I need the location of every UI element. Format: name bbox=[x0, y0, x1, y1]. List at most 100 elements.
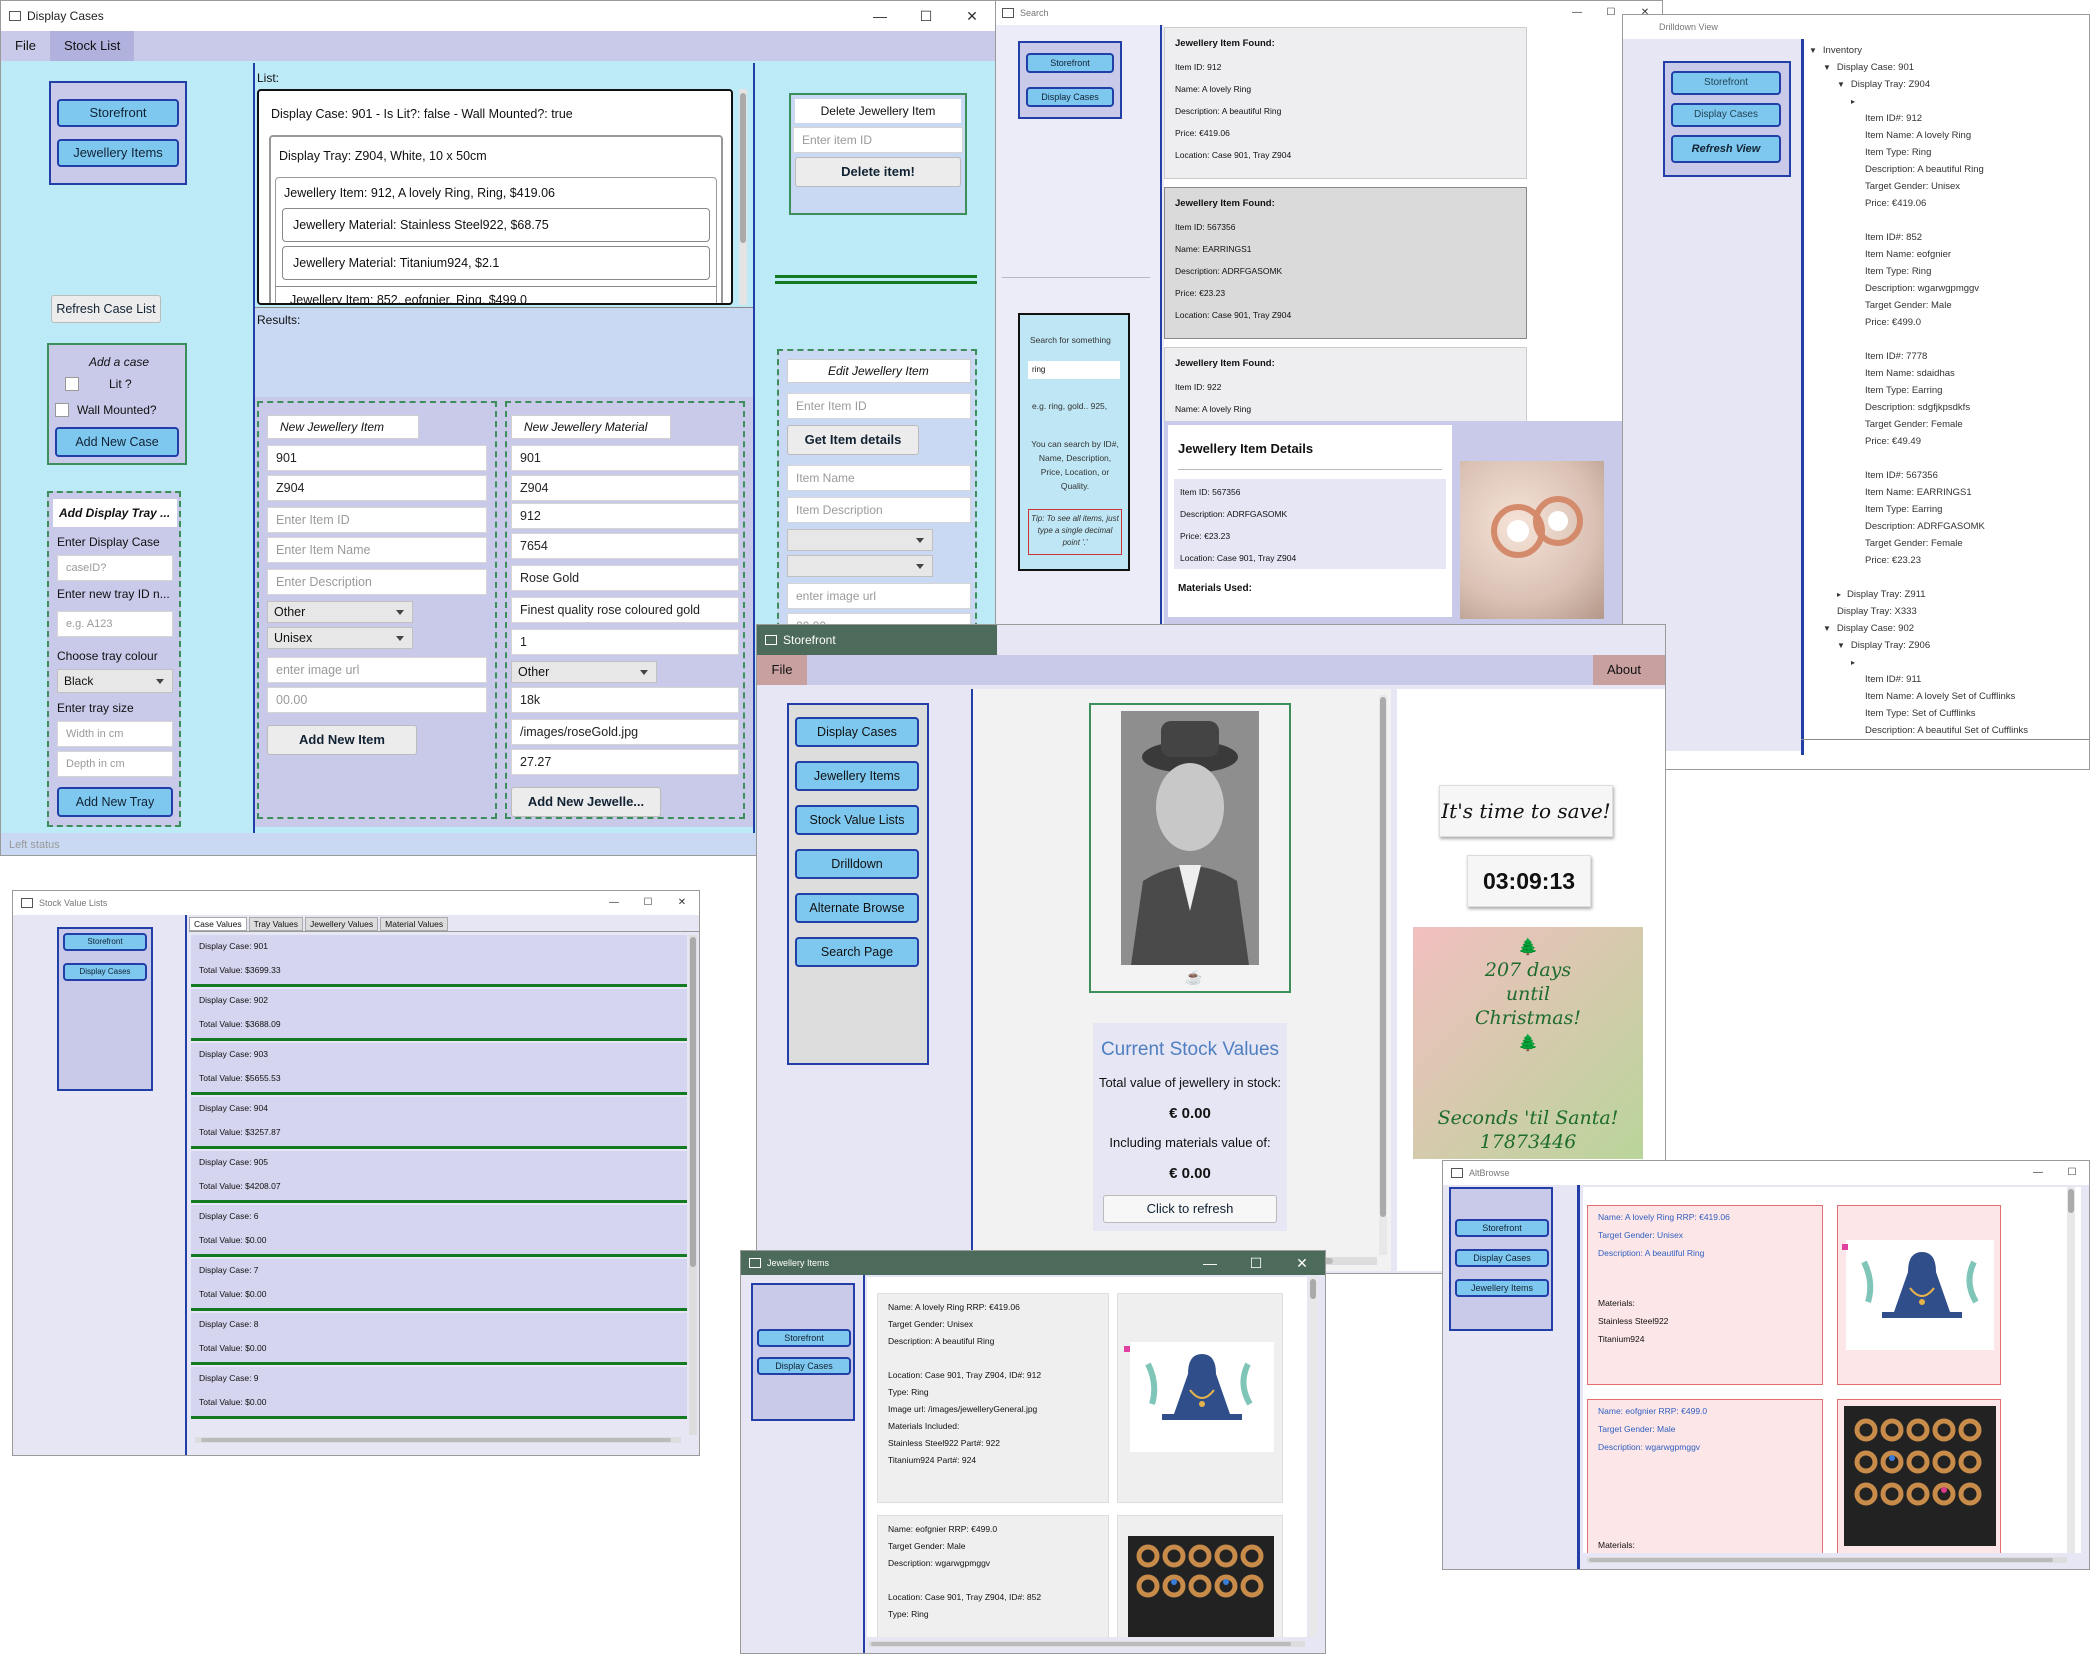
tree-node[interactable]: Item ID#: 7778 bbox=[1865, 351, 1927, 362]
tree-node[interactable]: Price: €49.49 bbox=[1865, 436, 1921, 447]
tray-row[interactable]: Display Tray: Z904, White, 10 x 50cm Jew… bbox=[269, 135, 723, 303]
tree-node[interactable]: Target Gender: Female bbox=[1865, 538, 1963, 549]
mat-part-field[interactable]: 7654 bbox=[511, 533, 739, 559]
search-page-button[interactable]: Search Page bbox=[795, 937, 919, 967]
tree-node[interactable]: Item Name: A lovely Set of Cufflinks bbox=[1865, 691, 2015, 702]
menu-stock-list[interactable]: Stock List bbox=[49, 31, 135, 61]
tree-node[interactable]: ▼ Display Case: 902 bbox=[1823, 623, 1914, 634]
tree-node[interactable]: Item Name: eofgnier bbox=[1865, 249, 1951, 260]
tree-node[interactable]: Item Name: EARRINGS1 bbox=[1865, 487, 1972, 498]
tree-node[interactable]: ▼ Display Case: 901 bbox=[1823, 62, 1914, 73]
storefront-button[interactable]: Storefront bbox=[1455, 1219, 1549, 1237]
tab-case-values[interactable]: Case Values bbox=[189, 917, 247, 931]
display-cases-button[interactable]: Display Cases bbox=[1026, 87, 1114, 107]
gender-select[interactable]: Unisex bbox=[267, 627, 413, 649]
case-value-row[interactable]: Display Case: 9 Total Value: $0.00 bbox=[191, 1367, 687, 1419]
tree-node[interactable]: Item ID#: 912 bbox=[1865, 113, 1922, 124]
mat-type-select[interactable]: Other bbox=[511, 661, 657, 683]
tree-node[interactable]: ▼ Display Tray: Z906 bbox=[1837, 640, 1930, 651]
get-item-details-button[interactable]: Get Item details bbox=[787, 425, 919, 455]
depth-input[interactable]: Depth in cm bbox=[57, 751, 173, 777]
inventory-tree[interactable]: ▼ Inventory ▼ Display Case: 901 ▼ Display Tra… bbox=[1809, 45, 2089, 739]
storefront-button[interactable]: Storefront bbox=[57, 99, 179, 127]
close-icon[interactable]: ✕ bbox=[665, 891, 699, 915]
add-new-tray-button[interactable]: Add New Tray bbox=[57, 787, 173, 817]
tree-toggle-icon[interactable]: ▸ bbox=[1851, 658, 1855, 667]
tree-node[interactable]: Target Gender: Unisex bbox=[1865, 181, 1960, 192]
mat-qty-field[interactable]: 1 bbox=[511, 629, 739, 655]
alternate-browse-button[interactable]: Alternate Browse bbox=[795, 893, 919, 923]
menu-file[interactable]: File bbox=[1, 31, 50, 61]
edit-item-desc-input[interactable]: Item Description bbox=[787, 497, 971, 523]
mat-quality-field[interactable]: 18k bbox=[511, 687, 739, 713]
mat-price-field[interactable]: 27.27 bbox=[511, 749, 739, 775]
mat-case-field[interactable]: 901 bbox=[511, 445, 739, 471]
case-value-row[interactable]: Display Case: 6 Total Value: $0.00 bbox=[191, 1205, 687, 1257]
close-icon[interactable]: ✕ bbox=[949, 1, 995, 31]
item-row-cut[interactable]: Jewellery Item: 852, eofgnier, Ring, $49… bbox=[276, 286, 716, 303]
tray-id-input[interactable]: e.g. A123 bbox=[57, 611, 173, 637]
drilldown-button[interactable]: Drilldown bbox=[795, 849, 919, 879]
delete-item-input[interactable]: Enter item ID bbox=[793, 127, 963, 153]
price-input[interactable]: 00.00 bbox=[267, 687, 487, 713]
case-id-field[interactable]: 901 bbox=[267, 445, 487, 471]
menu-file[interactable]: File bbox=[757, 655, 807, 685]
storefront-button[interactable]: Storefront bbox=[757, 1329, 851, 1347]
tree-node[interactable]: Item Type: Earring bbox=[1865, 504, 1942, 515]
ab-hscrollbar[interactable] bbox=[1587, 1557, 2067, 1563]
item-name-input[interactable]: Enter Item Name bbox=[267, 537, 487, 563]
add-new-case-button[interactable]: Add New Case bbox=[55, 427, 179, 457]
display-cases-button[interactable]: Display Cases bbox=[795, 717, 919, 747]
case-value-row[interactable]: Display Case: 903 Total Value: $5655.53 bbox=[191, 1043, 687, 1095]
case-value-row[interactable]: Display Case: 901 Total Value: $3699.33 bbox=[191, 935, 687, 987]
tab-jewellery-values[interactable]: Jewellery Values bbox=[304, 917, 379, 931]
alt-item-card[interactable]: Name: eofgnier RRP: €499.0 Target Gender:… bbox=[1587, 1399, 1823, 1553]
refresh-case-list-button[interactable]: Refresh Case List bbox=[51, 295, 161, 323]
tree-node[interactable]: Description: A beautiful Set of Cufflink… bbox=[1865, 725, 2028, 736]
tree-node[interactable]: Item Type: Ring bbox=[1865, 266, 1931, 277]
display-cases-button[interactable]: Display Cases bbox=[1455, 1249, 1549, 1267]
jewellery-items-button[interactable]: Jewellery Items bbox=[1455, 1279, 1549, 1297]
tree-toggle-icon[interactable]: ▼ bbox=[1837, 80, 1845, 89]
maximize-icon[interactable]: ☐ bbox=[903, 1, 949, 31]
jewellery-item-card[interactable]: Name: A lovely Ring RRP: €419.06 Target G… bbox=[877, 1293, 1109, 1503]
tree-node[interactable]: ▸ Display Tray: Z911 bbox=[1837, 589, 1926, 600]
add-new-item-button[interactable]: Add New Item bbox=[267, 725, 417, 755]
tray-id-field[interactable]: Z904 bbox=[267, 475, 487, 501]
tree-node[interactable]: Item ID#: 911 bbox=[1865, 674, 1921, 685]
jewellery-item-card[interactable]: Name: eofgnier RRP: €499.0 Target Gender:… bbox=[877, 1515, 1109, 1637]
minimize-icon[interactable]: — bbox=[597, 891, 631, 915]
maximize-icon[interactable]: ☐ bbox=[631, 891, 665, 915]
item-row[interactable]: Jewellery Item: 912, A lovely Ring, Ring… bbox=[275, 177, 717, 303]
jewellery-items-button[interactable]: Jewellery Items bbox=[57, 139, 179, 167]
tree-toggle-icon[interactable]: ▼ bbox=[1823, 624, 1831, 633]
ab-scrollbar[interactable] bbox=[2067, 1187, 2075, 1553]
tab-tray-values[interactable]: Tray Values bbox=[248, 917, 303, 931]
tree-node[interactable]: ▸ bbox=[1851, 657, 1861, 668]
width-input[interactable]: Width in cm bbox=[57, 721, 173, 747]
mat-desc-field[interactable]: Finest quality rose coloured gold bbox=[511, 597, 739, 623]
tree-node[interactable]: Description: sdgfjkpsdkfs bbox=[1865, 402, 1970, 413]
alt-item-card[interactable]: Name: A lovely Ring RRP: €419.06 Target G… bbox=[1587, 1205, 1823, 1385]
edit-url-input[interactable]: enter image url bbox=[787, 583, 971, 609]
material-row[interactable]: Jewellery Material: Stainless Steel922, … bbox=[282, 208, 710, 242]
tree-node[interactable]: Price: €499.0 bbox=[1865, 317, 1921, 328]
case-value-row[interactable]: Display Case: 905 Total Value: $4208.07 bbox=[191, 1151, 687, 1203]
mat-item-field[interactable]: 912 bbox=[511, 503, 739, 529]
tree-node[interactable]: Target Gender: Male bbox=[1865, 300, 1952, 311]
tree-node[interactable]: Item Type: Ring bbox=[1865, 147, 1931, 158]
case-id-input[interactable]: caseID? bbox=[57, 555, 173, 581]
sv-hscrollbar[interactable] bbox=[195, 1437, 681, 1443]
display-cases-button[interactable]: Display Cases bbox=[1671, 103, 1781, 127]
tree-node[interactable]: Description: A beautiful Ring bbox=[1865, 164, 1984, 175]
tree-toggle-icon[interactable]: ▼ bbox=[1823, 63, 1831, 72]
tree-node[interactable]: ▸ bbox=[1851, 96, 1861, 107]
item-type-select[interactable]: Other bbox=[267, 601, 413, 623]
tree-toggle-icon[interactable]: ▸ bbox=[1851, 97, 1855, 106]
minimize-icon[interactable]: — bbox=[857, 1, 903, 31]
tree-node[interactable]: Target Gender: Female bbox=[1865, 419, 1963, 430]
edit-gender-select[interactable] bbox=[787, 555, 933, 577]
edit-type-select[interactable] bbox=[787, 529, 933, 551]
description-input[interactable]: Enter Description bbox=[267, 569, 487, 595]
sv-scrollbar[interactable] bbox=[689, 935, 697, 1435]
